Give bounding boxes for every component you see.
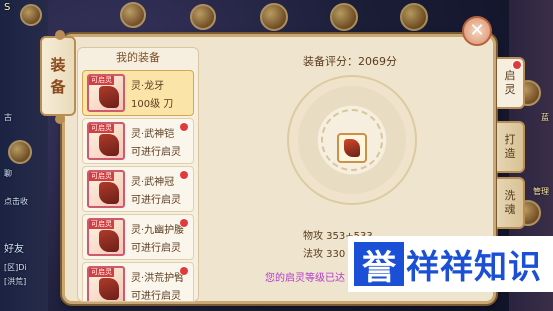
tab-char: 魂 — [504, 203, 516, 216]
red-dot-badge — [180, 171, 188, 179]
watermark-text: 祥祥知识 — [406, 247, 542, 286]
hud-right-text: 蓝 — [541, 113, 549, 122]
item-name: 灵·九幽护腰 — [131, 225, 185, 236]
item-sub: 可进行启灵 — [131, 147, 181, 158]
equipment-item-wushen-armor[interactable]: 可启灵 灵·武神铠 可进行启灵 — [82, 118, 194, 164]
hud-chat-line: [区]Di — [4, 263, 27, 272]
bracer-icon: 可启灵 — [87, 266, 125, 301]
hud-left-text: 聊 — [4, 169, 12, 178]
tab-char: 灵 — [504, 83, 516, 96]
hud-chat-line: [洪荒] — [4, 277, 27, 286]
equipment-item-longya[interactable]: 可启灵 灵·龙牙 100级 刀 — [82, 70, 194, 116]
close-button[interactable]: ✕ — [462, 16, 492, 46]
item-sub: 可进行启灵 — [131, 195, 181, 206]
item-name: 灵·洪荒护臂 — [131, 273, 185, 284]
red-dot-badge — [513, 61, 521, 69]
close-icon: ✕ — [469, 20, 485, 41]
hud-token-icon[interactable] — [190, 4, 216, 30]
item-name: 灵·武神冠 — [131, 177, 175, 188]
watermark-chip: 誉 — [354, 242, 404, 288]
hud-token-icon[interactable] — [8, 140, 32, 164]
hud-left-text: 古 — [4, 113, 12, 122]
red-dot-badge — [180, 219, 188, 227]
tab-char: 打 — [504, 133, 516, 146]
equipment-item-honghuang-bracer[interactable]: 可启灵 灵·洪荒护臂 可进行启灵 — [82, 262, 194, 302]
hud-right-text[interactable]: 管理 — [533, 186, 549, 197]
item-sub: 100级 刀 — [131, 99, 174, 110]
hud-token-icon[interactable] — [260, 3, 288, 31]
enlighten-notice: 您的启灵等级已达 — [265, 273, 345, 284]
equipment-item-wushen-crown[interactable]: 可启灵 灵·武神冠 可进行启灵 — [82, 166, 194, 212]
tab-char: 洗 — [504, 189, 516, 202]
watermark-logo: 誉 祥祥知识 — [348, 236, 553, 292]
red-dot-badge — [180, 267, 188, 275]
item-sub: 可进行启灵 — [131, 291, 181, 302]
selected-equipment-slot[interactable] — [337, 133, 367, 163]
belt-icon: 可启灵 — [87, 218, 125, 256]
helmet-icon: 可启灵 — [87, 170, 125, 208]
hud-left-text[interactable]: 好友 — [4, 240, 24, 255]
hud-token-icon[interactable] — [120, 2, 146, 28]
equipment-item-jiuyou-belt[interactable]: 可启灵 灵·九幽护腰 可进行启灵 — [82, 214, 194, 260]
side-tab-char: 备 — [50, 78, 66, 96]
tab-qiling[interactable]: 启 灵 — [497, 57, 525, 109]
item-name: 灵·龙牙 — [131, 81, 165, 92]
item-tag: 可启灵 — [89, 124, 114, 133]
scroll-knob-top — [55, 30, 65, 40]
item-tag: 可启灵 — [89, 220, 114, 229]
hud-left-text[interactable]: 点击收 — [4, 196, 28, 207]
equipment-list-title: 我的装备 — [116, 51, 160, 64]
item-tag: 可启灵 — [89, 268, 114, 277]
tab-char: 启 — [504, 69, 516, 82]
item-tag: 可启灵 — [89, 76, 114, 85]
equipment-side-tab[interactable]: 装 备 — [40, 36, 76, 116]
item-name: 灵·武神铠 — [131, 129, 175, 140]
hud-top-text: S — [4, 2, 11, 13]
side-tab-char: 装 — [50, 56, 66, 74]
item-tag: 可启灵 — [89, 172, 114, 181]
hud-token-icon[interactable] — [330, 3, 358, 31]
equipment-list: 我的装备 可启灵 灵·龙牙 100级 刀 可启灵 灵·武神铠 可进行启灵 可启灵… — [77, 47, 199, 302]
stat-magic-attack: 法攻 330 — [303, 249, 346, 260]
tab-xihun[interactable]: 洗 魂 — [497, 177, 525, 229]
red-dot-badge — [180, 123, 188, 131]
item-sub: 可进行启灵 — [131, 243, 181, 254]
armor-icon: 可启灵 — [87, 122, 125, 160]
scroll-knob-bottom — [55, 114, 65, 124]
equipment-score: 装备评分：2069分 — [303, 55, 397, 68]
blade-icon: 可启灵 — [87, 74, 125, 112]
hud-token-icon[interactable] — [20, 4, 42, 26]
blade-icon — [344, 139, 360, 157]
hud-token-icon[interactable] — [400, 3, 428, 31]
tab-char: 造 — [504, 147, 516, 160]
tab-dazao[interactable]: 打 造 — [497, 121, 525, 173]
